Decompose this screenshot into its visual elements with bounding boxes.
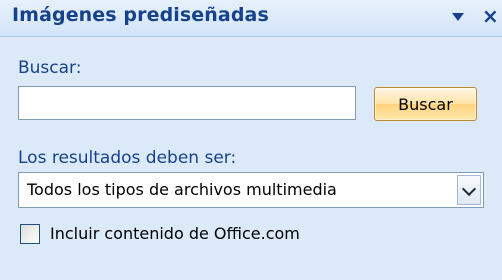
media-type-select[interactable]: Todos los tipos de archivos multimedia — [18, 172, 484, 208]
pane-menu-dropdown-icon[interactable] — [452, 13, 464, 21]
include-office-content-checkbox[interactable] — [20, 224, 40, 244]
search-input[interactable] — [18, 86, 356, 120]
clip-art-pane: Imágenes prediseñadas × Buscar: Buscar L… — [0, 0, 502, 280]
search-button[interactable]: Buscar — [374, 87, 477, 121]
search-label: Buscar: — [18, 58, 82, 78]
select-dropdown-button[interactable] — [457, 175, 481, 205]
media-type-selected-value: Todos los tipos de archivos multimedia — [27, 180, 337, 199]
chevron-down-icon — [461, 181, 477, 197]
results-label: Los resultados deben ser: — [18, 148, 237, 168]
include-office-content-label[interactable]: Incluir contenido de Office.com — [50, 224, 300, 243]
pane-title: Imágenes prediseñadas — [12, 4, 269, 26]
close-icon[interactable]: × — [482, 3, 499, 29]
pane-title-bar: Imágenes prediseñadas × — [0, 0, 502, 37]
